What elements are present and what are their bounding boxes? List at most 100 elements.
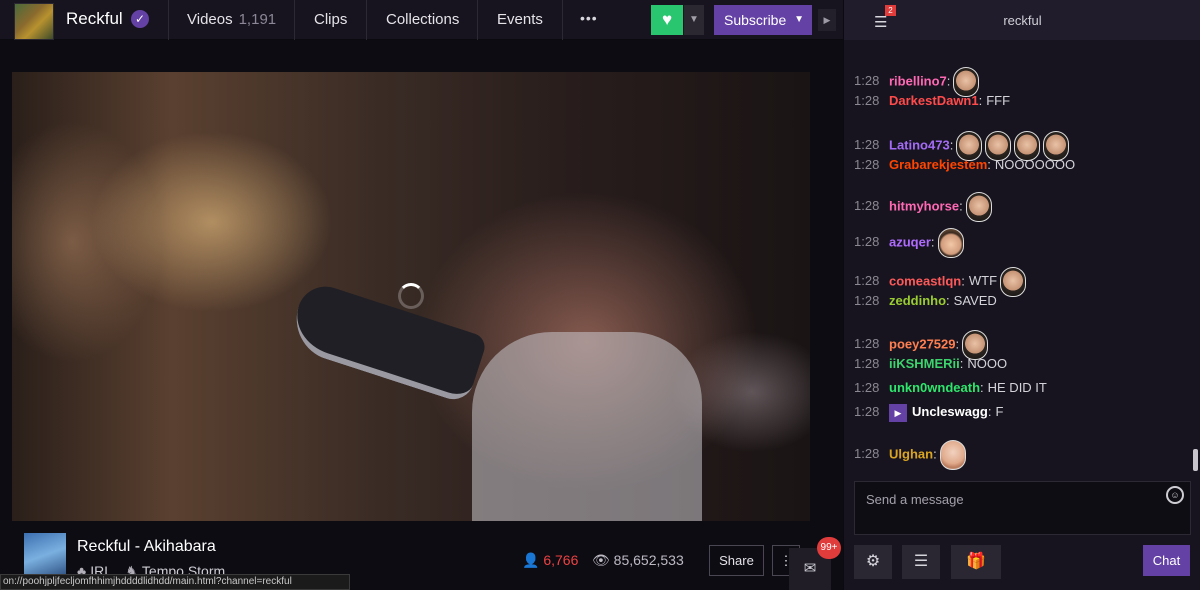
- viewer-count-value: 6,766: [543, 552, 579, 568]
- message-username[interactable]: zeddinho: [889, 293, 946, 308]
- message-timestamp: 1:28: [854, 293, 880, 308]
- message-timestamp: 1:28: [854, 356, 880, 371]
- message-text: WTF: [968, 273, 998, 289]
- chat-message: 1:28 iiKSHMERii: NOOO: [854, 354, 1007, 374]
- message-username[interactable]: Latino473: [889, 137, 950, 152]
- subscribe-button[interactable]: Subscribe ▼: [714, 5, 812, 35]
- message-username[interactable]: unkn0wndeath: [889, 380, 980, 395]
- message-username[interactable]: Uncleswagg: [912, 404, 988, 419]
- video-player[interactable]: [12, 72, 810, 521]
- viewer-list-icon[interactable]: ☰: [902, 545, 940, 579]
- message-username[interactable]: DarkestDawn1: [889, 93, 979, 108]
- message-text: FFF: [986, 93, 1011, 108]
- message-username[interactable]: comeastlqn: [889, 273, 961, 288]
- chat-message: 1:28 zeddinho: SAVED: [854, 291, 997, 311]
- channel-avatar[interactable]: [14, 3, 54, 40]
- chat-message: 1:28 Grabarekjestem: NOOOOOOO: [854, 155, 1075, 175]
- video-frame-shoe: [285, 279, 489, 405]
- message-username[interactable]: azuqer: [889, 234, 931, 249]
- gift-icon[interactable]: 🎁: [951, 545, 1001, 579]
- message-timestamp: 1:28: [854, 380, 880, 395]
- share-button[interactable]: Share: [709, 545, 764, 576]
- message-text: NOOO: [967, 356, 1008, 371]
- message-separator: :: [949, 137, 954, 153]
- chat-input[interactable]: Send a message ☺: [854, 481, 1191, 535]
- viewer-count: 👤 6,766: [522, 552, 578, 569]
- nav-videos-link[interactable]: Videos 1,191: [187, 11, 276, 28]
- chat-message: 1:28 ▶ Uncleswagg: F: [854, 402, 1003, 422]
- message-timestamp: 1:28: [854, 273, 880, 289]
- chat-messages: 1:28 ribellino7: 1:28 DarkestDawn1: FFF 1:28 L…: [844, 45, 1190, 470]
- chat-room-title: reckful: [1003, 13, 1042, 28]
- message-timestamp: 1:28: [854, 198, 880, 214]
- chat-message: 1:28 azuqer:: [854, 228, 964, 258]
- chat-message: 1:28 DarkestDawn1: FFF: [854, 91, 1010, 111]
- message-username[interactable]: Grabarekjestem: [889, 157, 987, 172]
- message-text: NOOOOOOO: [994, 157, 1076, 172]
- views-icon: 👁: [592, 552, 610, 568]
- message-separator: :: [930, 234, 935, 250]
- game-box-art[interactable]: [24, 533, 66, 577]
- chat-send-button[interactable]: Chat: [1143, 545, 1190, 576]
- message-timestamp: 1:28: [854, 404, 880, 419]
- follow-dropdown-button[interactable]: ▼: [684, 5, 704, 35]
- stream-title: Reckful - Akihabara: [77, 538, 216, 555]
- nav-events-link[interactable]: Events: [497, 11, 543, 28]
- subscriber-badge-icon: ▶: [889, 403, 907, 422]
- message-username[interactable]: hitmyhorse: [889, 198, 959, 213]
- message-timestamp: 1:28: [854, 93, 880, 108]
- message-username[interactable]: ribellino7: [889, 73, 947, 88]
- message-username[interactable]: Ulghan: [889, 446, 933, 461]
- emote-icon[interactable]: [1000, 267, 1027, 297]
- chat-scrollbar[interactable]: [1193, 449, 1198, 471]
- view-count: 👁 85,652,533: [592, 552, 684, 569]
- message-timestamp: 1:28: [854, 137, 880, 153]
- nav-divider: [562, 0, 563, 40]
- more-options-icon[interactable]: •••: [580, 10, 598, 26]
- message-timestamp: 1:28: [854, 73, 880, 89]
- message-text: F: [995, 404, 1004, 419]
- emote-icon[interactable]: [965, 192, 992, 222]
- chat-panel: ☰ 2 reckful 1:28 ribellino7: 1:28 DarkestDa…: [843, 0, 1200, 590]
- whisper-count-badge: 99+: [817, 537, 841, 559]
- message-username[interactable]: iiKSHMERii: [889, 356, 960, 371]
- videos-count: 1,191: [238, 11, 277, 28]
- nav-collections-link[interactable]: Collections: [386, 11, 459, 28]
- nav-divider: [294, 0, 295, 40]
- view-count-value: 85,652,533: [613, 552, 684, 568]
- collapse-chat-button[interactable]: ▶: [818, 9, 836, 31]
- chat-message: 1:28 poey27529:: [854, 330, 989, 360]
- message-username[interactable]: poey27529: [889, 336, 956, 351]
- nav-clips-link[interactable]: Clips: [314, 11, 347, 28]
- emote-icon[interactable]: [939, 440, 966, 470]
- message-separator: :: [959, 356, 964, 371]
- chat-message: 1:28 comeastlqn: WTF: [854, 267, 1027, 297]
- message-separator: :: [959, 198, 963, 214]
- subscribe-label: Subscribe: [724, 12, 787, 28]
- chat-message: 1:28 ribellino7:: [854, 67, 980, 97]
- loading-spinner-icon: [398, 283, 424, 309]
- message-separator: :: [933, 446, 937, 462]
- message-separator: :: [946, 73, 951, 89]
- channel-name[interactable]: Reckful: [66, 9, 123, 29]
- settings-icon[interactable]: ⚙: [854, 545, 892, 579]
- message-text: HE DID IT: [987, 380, 1047, 395]
- status-bar-url: on://poohjpljfecljomfhhimjhddddlidhdd/ma…: [0, 574, 350, 590]
- message-timestamp: 1:28: [854, 234, 880, 250]
- nav-divider: [168, 0, 169, 40]
- message-timestamp: 1:28: [854, 157, 880, 172]
- message-separator: :: [980, 380, 984, 395]
- message-separator: :: [978, 93, 983, 108]
- emote-icon[interactable]: [937, 228, 964, 258]
- follow-heart-button[interactable]: ♥: [651, 5, 683, 35]
- chat-message: 1:28 hitmyhorse:: [854, 192, 992, 222]
- chevron-down-icon: ▼: [794, 14, 804, 25]
- chat-header: ☰ 2 reckful: [844, 0, 1200, 40]
- emoji-icon[interactable]: ☺: [1166, 486, 1184, 504]
- chat-message: 1:28 unkn0wndeath: HE DID IT: [854, 378, 1047, 398]
- message-timestamp: 1:28: [854, 446, 880, 462]
- message-timestamp: 1:28: [854, 336, 880, 352]
- message-separator: :: [987, 157, 991, 172]
- channel-nav: Reckful ✓ Videos 1,191 Clips Collections …: [0, 0, 843, 40]
- message-text: SAVED: [953, 293, 997, 308]
